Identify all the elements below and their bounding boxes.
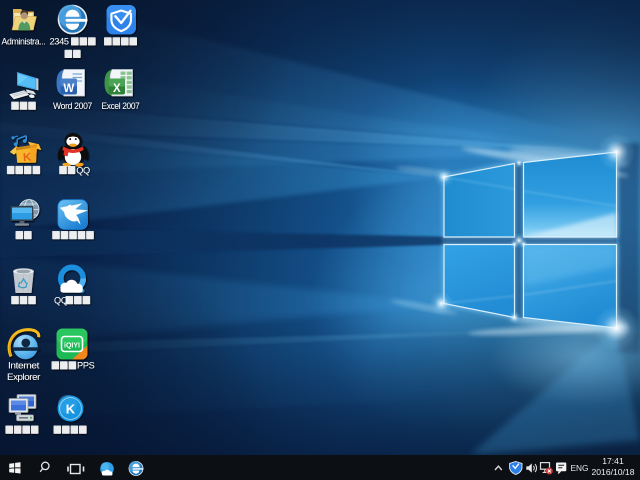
svg-text:17:41: 17:41 xyxy=(602,456,624,466)
svg-text:QQ: QQ xyxy=(76,165,90,175)
svg-text:Excel 2007: Excel 2007 xyxy=(102,101,140,111)
svg-text:2016/10/18: 2016/10/18 xyxy=(591,467,634,477)
svg-text:W: W xyxy=(63,83,74,95)
svg-text:Word 2007: Word 2007 xyxy=(53,101,92,111)
svg-text:2345: 2345 xyxy=(50,37,69,47)
svg-text:ENG: ENG xyxy=(571,463,589,473)
svg-text:Explorer: Explorer xyxy=(7,372,40,382)
svg-text:K: K xyxy=(23,151,33,164)
svg-text:Administra...: Administra... xyxy=(2,37,46,47)
svg-text:Internet: Internet xyxy=(8,361,40,371)
svg-text:K: K xyxy=(66,402,76,417)
svg-text:PPS: PPS xyxy=(77,361,95,371)
svg-text:X: X xyxy=(113,83,121,95)
svg-text:iQIYI: iQIYI xyxy=(64,343,80,350)
